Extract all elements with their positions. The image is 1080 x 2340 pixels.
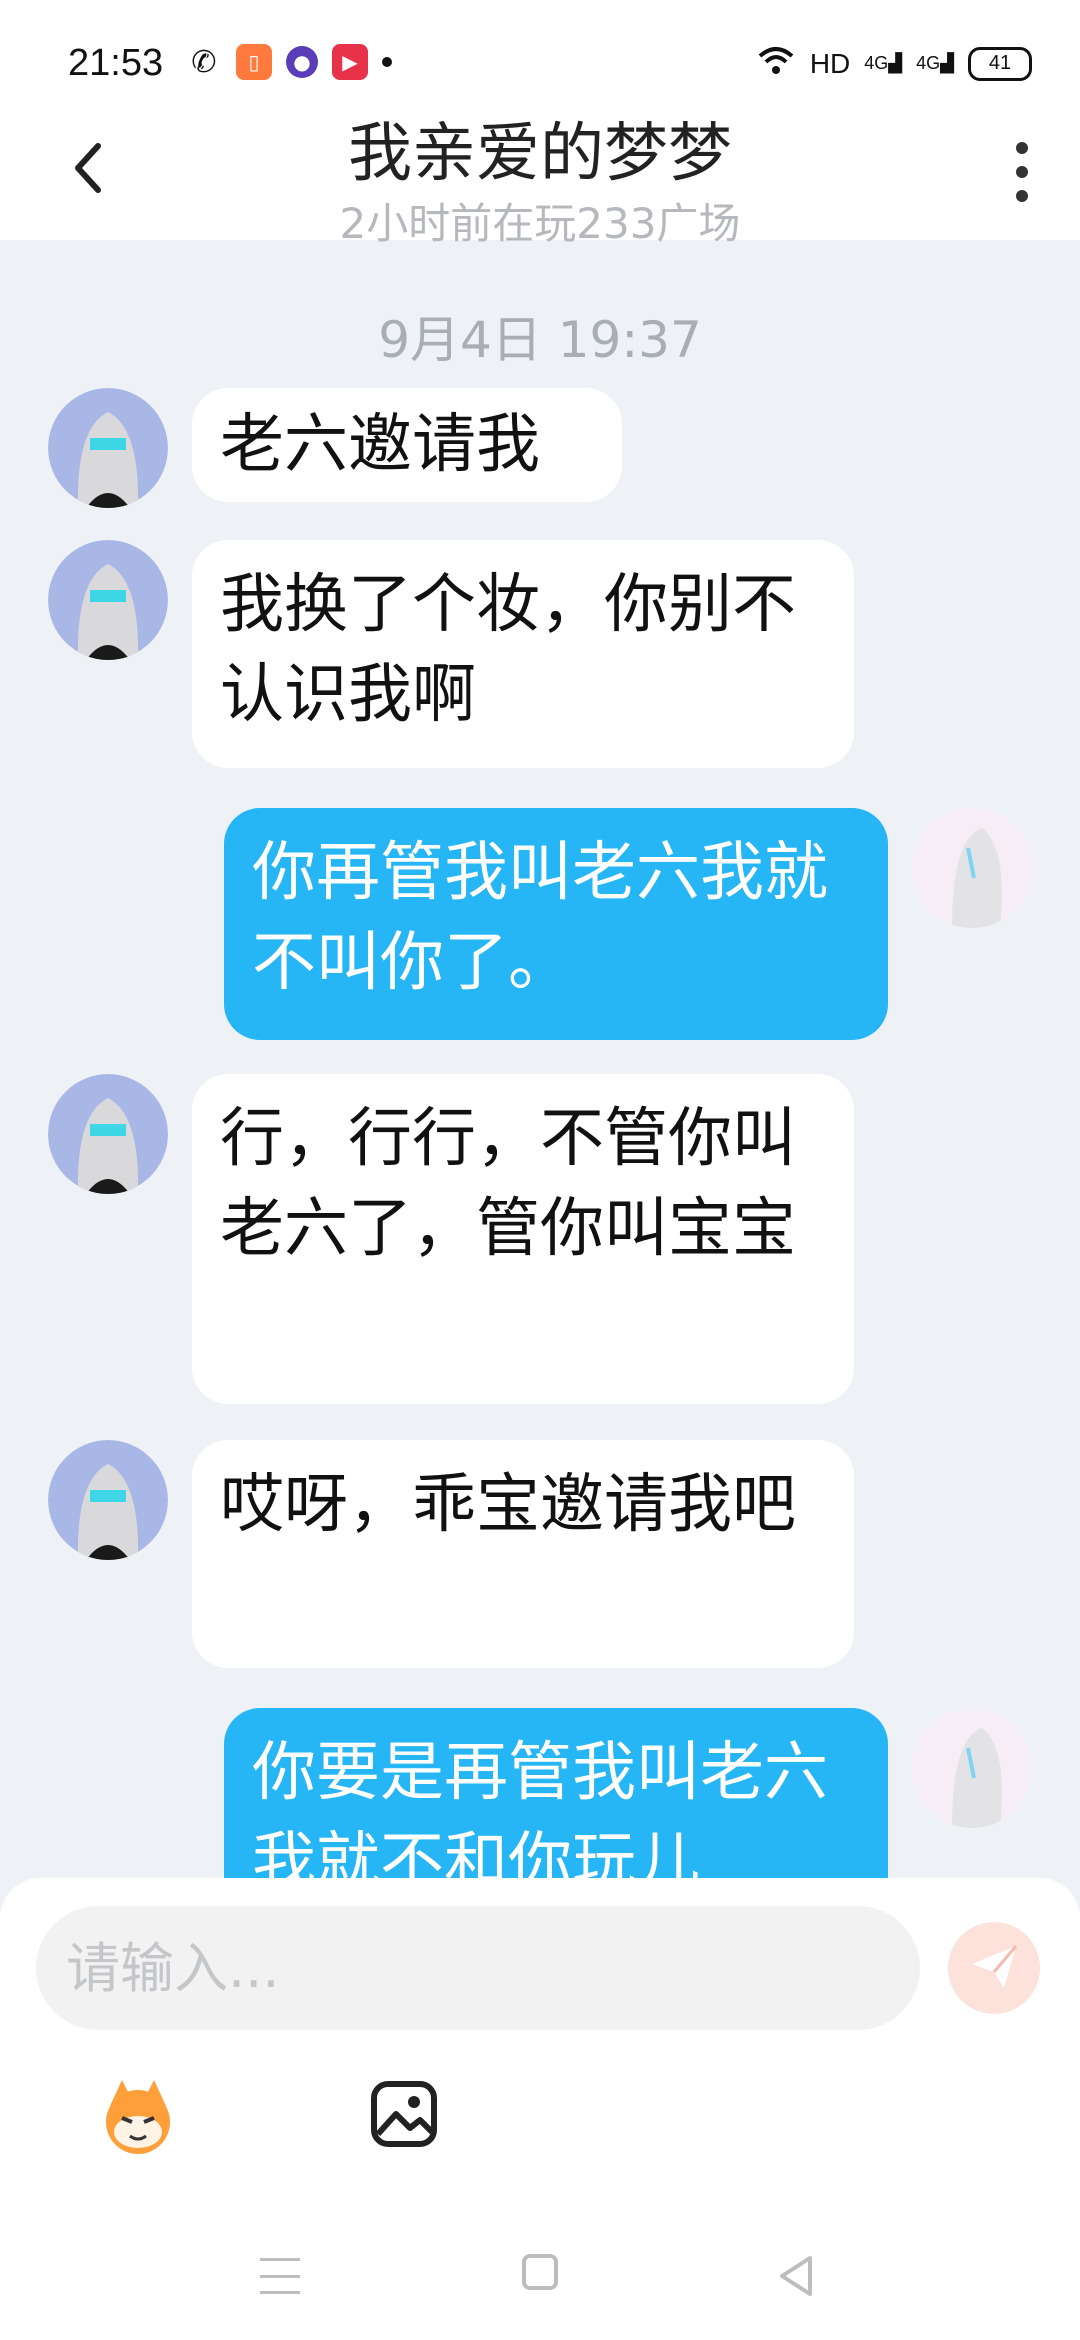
- signal-4g-1: 4G▟: [864, 53, 903, 73]
- wechat-icon: ✆: [191, 44, 217, 80]
- system-navigation-bar: [0, 2230, 1080, 2340]
- my-avatar[interactable]: [912, 808, 1032, 928]
- my-avatar[interactable]: [912, 1708, 1032, 1828]
- received-message-bubble[interactable]: 老六邀请我: [192, 388, 622, 502]
- wifi-icon: [756, 44, 796, 83]
- more-notifications-dot: [382, 57, 392, 67]
- reader-app-icon: ▯: [236, 44, 272, 80]
- system-back-icon[interactable]: [776, 2254, 816, 2298]
- message-list[interactable]: 9月4日 19:37 老六邀请我 我换了个妆，你别不认识我啊 你再管我叫老六我就…: [0, 240, 1080, 1880]
- signal-4g-2: 4G▟: [916, 53, 954, 73]
- video-app-icon: ▶: [332, 44, 368, 80]
- received-message-bubble[interactable]: 行，行行，不管你叫老六了，管你叫宝宝: [192, 1074, 854, 1404]
- clock: 21:53: [68, 42, 164, 84]
- contact-avatar[interactable]: [48, 388, 168, 508]
- timestamp-divider: 9月4日 19:37: [378, 311, 702, 369]
- image-picker-icon[interactable]: [368, 2078, 440, 2150]
- app-circle-icon: ●: [286, 46, 318, 78]
- message-input[interactable]: [36, 1906, 920, 2030]
- system-indicators: HD 4G▟ 4G▟ 41: [756, 44, 1032, 83]
- contact-avatar[interactable]: [48, 1074, 168, 1194]
- hd-indicator: HD: [809, 47, 851, 79]
- emoji-mascot-icon[interactable]: [92, 2076, 184, 2156]
- more-options-icon[interactable]: [1016, 142, 1028, 202]
- chat-header: 我亲爱的梦梦 2小时前在玩233广场: [0, 90, 1080, 248]
- sent-message-bubble[interactable]: 你再管我叫老六我就不叫你了。: [224, 808, 888, 1040]
- send-button[interactable]: [948, 1922, 1040, 2014]
- home-icon[interactable]: [522, 2254, 558, 2290]
- received-message-bubble[interactable]: 我换了个妆，你别不认识我啊: [192, 540, 854, 768]
- contact-avatar[interactable]: [48, 540, 168, 660]
- received-message-bubble[interactable]: 哎呀，乖宝邀请我吧: [192, 1440, 854, 1668]
- send-icon: [966, 1938, 1022, 1998]
- contact-name: 我亲爱的梦梦: [348, 117, 732, 191]
- contact-avatar[interactable]: [48, 1440, 168, 1560]
- recent-apps-icon[interactable]: [260, 2258, 300, 2294]
- notification-icons: ✆ ▯ ● ▶: [186, 44, 392, 80]
- sent-message-bubble[interactable]: 你要是再管我叫老六我就不和你玩儿: [224, 1708, 888, 1880]
- battery-icon: 41: [968, 46, 1032, 81]
